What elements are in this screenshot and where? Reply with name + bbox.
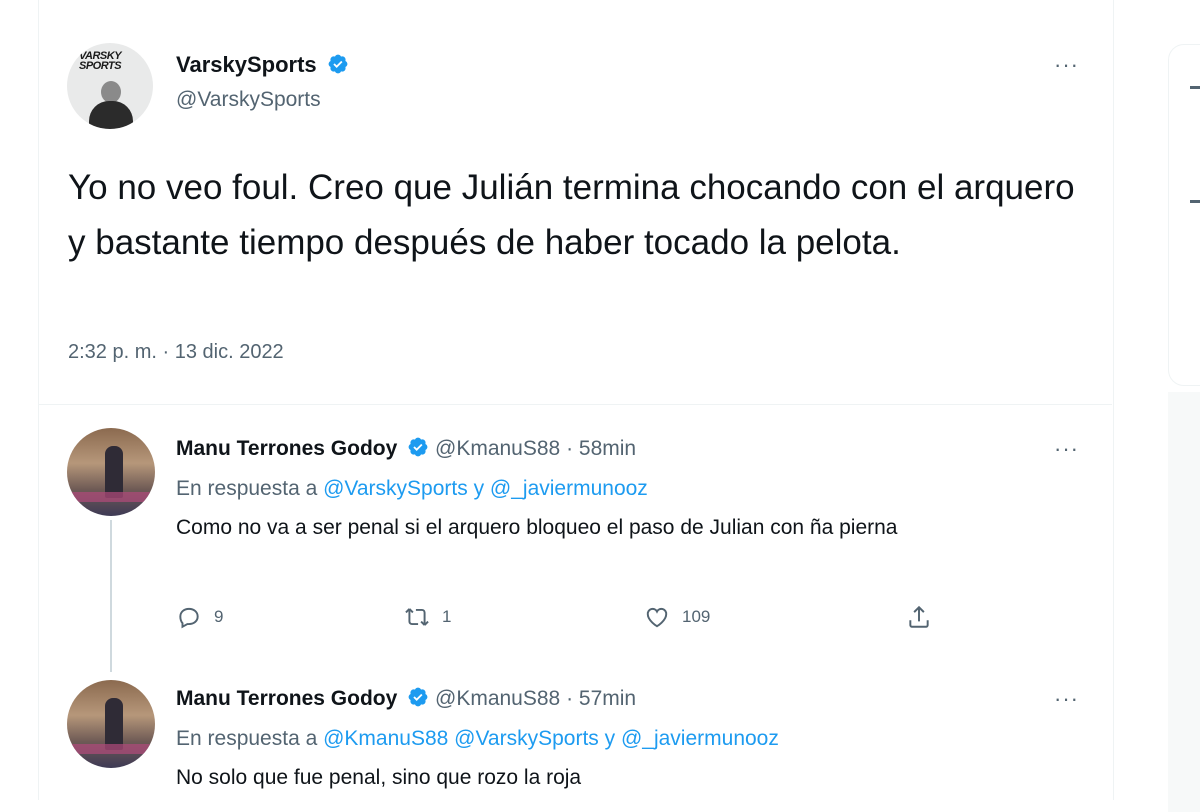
author-name-text: VarskySports <box>176 52 317 77</box>
share-icon <box>909 605 929 628</box>
sidebar-edge-mark <box>1190 200 1200 203</box>
tweet-text: Yo no veo foul. Creo que Julián termina … <box>68 168 1075 262</box>
avatar-band <box>67 492 155 502</box>
reply-context: En respuesta a @KmanuS88 @VarskySports y… <box>176 727 779 751</box>
tweet-timestamp[interactable]: 2:32 p. m. · 13 dic. 2022 <box>68 341 284 364</box>
reply-prefix: En respuesta a <box>176 727 318 750</box>
share-button[interactable] <box>906 604 944 630</box>
reply-handle[interactable]: @KmanuS88 <box>435 687 560 710</box>
divider <box>38 404 1112 405</box>
author-handle[interactable]: @VarskySports <box>176 88 321 112</box>
reply-context: En respuesta a @VarskySports y @_javierm… <box>176 477 648 501</box>
reply-header: Manu Terrones Godoy @KmanuS88 · 58min <box>176 436 636 461</box>
avatar-band <box>67 744 155 754</box>
more-icon[interactable]: ··· <box>1054 54 1079 76</box>
reply-count: 9 <box>214 607 224 626</box>
timeline-column <box>38 0 1114 800</box>
avatar-person-head <box>101 81 121 103</box>
avatar-figure <box>105 698 123 750</box>
avatar-figure <box>105 446 123 498</box>
action-bar: 9 1 109 <box>176 604 946 634</box>
reply-text: No solo que fue penal, sino que rozo la … <box>176 766 582 789</box>
reply-header: Manu Terrones Godoy @KmanuS88 · 57min <box>176 686 636 711</box>
more-icon[interactable]: ··· <box>1054 438 1079 460</box>
reply-author-name[interactable]: Manu Terrones Godoy <box>176 687 397 710</box>
reply-mentions[interactable]: @VarskySports y @_javiermunooz <box>323 477 648 500</box>
reply-mentions[interactable]: @KmanuS88 @VarskySports y @_javiermunooz <box>323 727 779 750</box>
reply-author-name[interactable]: Manu Terrones Godoy <box>176 437 397 460</box>
reply-prefix: En respuesta a <box>176 477 318 500</box>
retweet-icon <box>405 608 429 626</box>
avatar-person-body <box>89 101 133 129</box>
like-icon <box>646 607 668 628</box>
like-count: 109 <box>682 607 711 626</box>
reply-icon <box>179 607 199 629</box>
sidebar-panel <box>1168 392 1200 812</box>
retweet-count: 1 <box>442 607 452 626</box>
verified-badge-icon <box>408 687 428 707</box>
verified-badge-icon <box>408 437 428 457</box>
reply-button[interactable]: 9 <box>176 604 223 630</box>
sidebar-edge-mark <box>1190 86 1200 89</box>
reply-avatar[interactable] <box>67 428 155 516</box>
sidebar-card <box>1168 44 1200 386</box>
reply-time[interactable]: · 58min <box>566 437 636 460</box>
reply-avatar[interactable] <box>67 680 155 768</box>
reply-time[interactable]: · 57min <box>566 687 636 710</box>
author-avatar[interactable]: VARSKY SPORTS <box>67 43 153 129</box>
thread-line <box>110 520 112 672</box>
more-icon[interactable]: ··· <box>1054 688 1079 710</box>
author-name[interactable]: VarskySports <box>176 52 349 78</box>
retweet-button[interactable]: 1 <box>404 604 451 630</box>
reply-text: Como no va a ser penal si el arquero blo… <box>176 516 898 539</box>
verified-badge-icon <box>328 54 348 74</box>
like-button[interactable]: 109 <box>644 604 710 630</box>
reply-handle[interactable]: @KmanuS88 <box>435 437 560 460</box>
avatar-logo: VARSKY SPORTS <box>79 50 122 72</box>
